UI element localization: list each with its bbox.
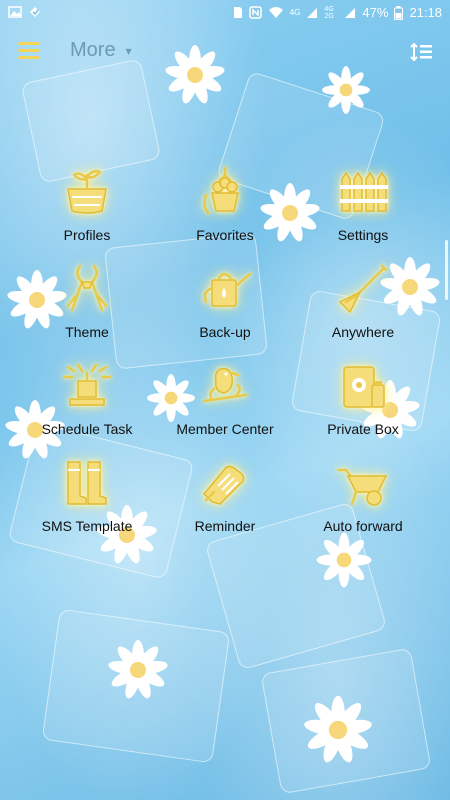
seed-bag-icon [343,366,385,408]
app-bar: More ▾ [0,28,450,78]
signal-icon [307,7,318,18]
grid-item-back-up[interactable]: Back-up [150,262,300,352]
pruning-shears-icon [66,264,108,312]
flower-basket-icon [67,169,107,214]
grid-item-label: Auto forward [323,518,403,534]
hanging-flowerpot-icon [203,166,239,215]
status-system-indicators: 4G 4G 2G 47% 21:18 [233,5,442,20]
sort-icon[interactable] [410,40,434,64]
sprinkler-icon [62,363,112,406]
grid-item-label: Member Center [176,421,274,437]
app-notification-icon [30,7,40,17]
wheelbarrow-icon [336,468,388,506]
scrollbar-indicator[interactable] [445,240,448,300]
grid-item-label: Theme [65,324,109,340]
grid-item-label: Anywhere [331,324,395,340]
grid-item-reminder[interactable]: Reminder [150,456,300,546]
grid-item-auto-forward[interactable]: Auto forward [288,456,438,546]
gardening-gloves-icon [202,465,245,505]
grid-item-label: SMS Template [41,518,133,534]
gallery-notification-icon [8,6,22,18]
grid-item-label: Private Box [327,421,399,437]
hamburger-menu-icon[interactable] [18,42,40,60]
grid-item-settings[interactable]: Settings [288,165,438,255]
grid-item-label: Schedule Task [41,421,133,437]
daisy-flower-icon [304,695,372,763]
title-dropdown[interactable]: More ▾ [70,39,132,62]
grid-item-member-center[interactable]: Member Center [150,359,300,449]
grid-item-label: Back-up [199,324,251,340]
grid-item-sms-template[interactable]: SMS Template [12,456,162,546]
fence-icon [340,171,388,212]
chevron-down-icon: ▾ [125,43,132,58]
status-bar: 4G 4G 2G 47% 21:18 [0,0,450,26]
nfc-icon [249,6,262,19]
signal-icon-2 [345,7,356,18]
status-notifications [8,5,42,19]
grid-item-label: Favorites [196,227,254,243]
grid-item-anywhere[interactable]: Anywhere [288,262,438,352]
sim-card-icon [233,7,242,18]
grid-item-profiles[interactable]: Profiles [12,165,162,255]
grid-item-label: Profiles [63,227,111,243]
clock: 21:18 [409,5,442,20]
shovel-icon [338,264,388,314]
grid-item-label: Reminder [194,518,256,534]
grid-item-theme[interactable]: Theme [12,262,162,352]
wifi-icon [268,7,283,18]
watering-can-icon [203,272,252,307]
grid-item-schedule-task[interactable]: Schedule Task [12,359,162,449]
network-type-label-2: 4G 2G [324,5,334,20]
battery-percent: 47% [362,5,389,20]
daisy-flower-icon [108,640,168,699]
page-title: More [70,39,116,61]
grid-item-private-box[interactable]: Private Box [288,359,438,449]
network-type-label: 4G [289,8,301,17]
bird-on-branch-icon [202,367,248,403]
battery-icon [394,5,404,20]
grid-item-favorites[interactable]: Favorites [150,165,300,255]
garden-boots-icon [67,461,107,505]
grid-item-label: Settings [337,227,389,243]
